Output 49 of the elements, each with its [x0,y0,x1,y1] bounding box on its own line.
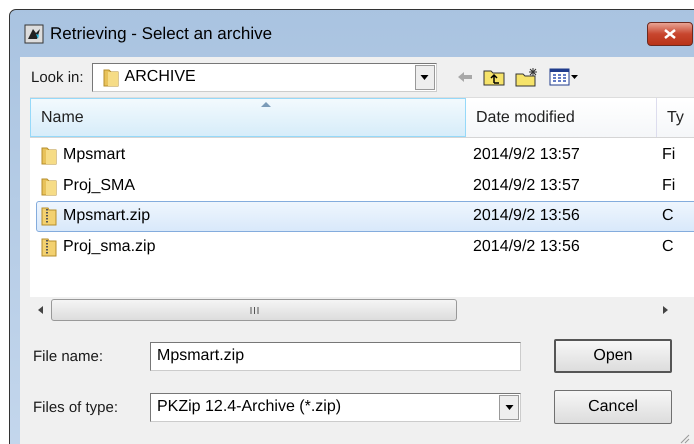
folder-icon [102,67,119,87]
column-header[interactable]: Date modified [466,98,657,137]
folder-icon [41,145,57,166]
file-name: Mpsmart [63,146,126,164]
new-folder-icon[interactable] [514,67,539,87]
close-icon [664,28,676,38]
horizontal-scrollbar[interactable] [30,297,694,323]
file-row[interactable]: Mpsmart.zip 2014/9/2 13:56 C [36,201,694,232]
grip-icon [250,306,258,314]
close-button[interactable] [647,22,693,46]
zip-file-icon [41,236,57,257]
folder-name: ARCHIVE [124,68,197,86]
look-in-label: Look in: [31,68,84,86]
file-type: Fi [662,146,676,164]
file-type-dropdown[interactable]: PKZip 12.4-Archive (*.zip) [150,392,521,422]
file-name-label: File name: [33,348,104,364]
up-folder-icon[interactable] [482,68,505,86]
caret-icon [504,404,514,410]
file-name-field[interactable]: Mpsmart.zip [150,342,521,370]
file-type: Fi [662,176,676,195]
view-menu-icon[interactable] [548,68,579,86]
cancel-button[interactable]: Cancel [554,390,672,424]
scroll-right-icon[interactable] [663,306,668,314]
file-name: Proj_SMA [63,176,136,195]
file-type: C [662,207,674,226]
look-in-dropdown[interactable]: ARCHIVE [92,62,437,92]
file-row[interactable]: Proj_sma.zip 2014/9/2 13:56 C [36,232,694,262]
file-row[interactable]: Mpsmart 2014/9/2 13:57 Fi [36,140,694,170]
date-modified: 2014/9/2 13:56 [473,207,580,226]
window-title: Retrieving - Select an archive [50,24,272,44]
sort-arrow-icon [261,102,271,107]
scroll-left-icon[interactable] [38,306,43,314]
file-name: Proj_sma.zip [63,238,156,256]
app-icon [24,24,44,44]
file-type: C [662,238,674,256]
date-modified: 2014/9/2 13:56 [473,238,580,256]
file-row[interactable]: Proj_SMA 2014/9/2 13:57 Fi [36,170,694,201]
scrollbar-thumb[interactable] [51,299,457,321]
column-header[interactable]: Ty [657,98,694,137]
file-type-label: Files of type: [33,398,120,416]
file-name: Mpsmart.zip [63,207,150,226]
date-modified: 2014/9/2 13:57 [473,146,580,164]
column-header[interactable]: Name [30,98,466,137]
zip-file-icon [41,206,57,226]
date-modified: 2014/9/2 13:57 [473,176,580,195]
caret-icon [420,74,430,80]
open-button[interactable]: Open [554,339,672,373]
resize-grip-icon [678,432,690,444]
folder-icon [41,176,57,196]
